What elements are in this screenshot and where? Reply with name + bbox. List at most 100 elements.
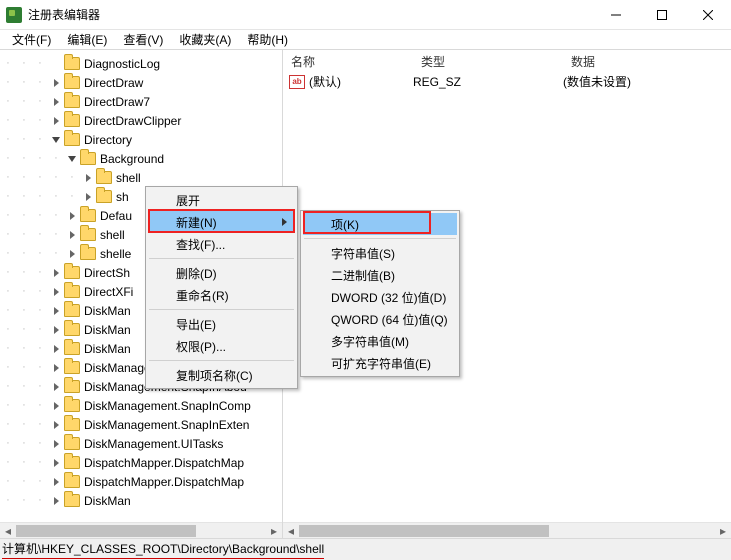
menu-item[interactable]: 导出(E) xyxy=(148,313,295,335)
tree-node[interactable]: ···DirectDraw xyxy=(0,73,282,92)
chevron-right-icon[interactable] xyxy=(48,398,64,414)
tree-label: DiskManagement.SnapInComp xyxy=(84,399,255,413)
menu-item[interactable]: 删除(D) xyxy=(148,262,295,284)
tree-node[interactable]: ···DispatchMapper.DispatchMap xyxy=(0,453,282,472)
menu-item[interactable]: 多字符串值(M) xyxy=(303,330,457,352)
menu-help[interactable]: 帮助(H) xyxy=(241,31,294,48)
chevron-right-icon[interactable] xyxy=(64,227,80,243)
scroll-left-arrow[interactable]: ◂ xyxy=(283,523,299,539)
menu-view[interactable]: 查看(V) xyxy=(117,31,169,48)
chevron-right-icon[interactable] xyxy=(48,360,64,376)
chevron-right-icon[interactable] xyxy=(80,170,96,186)
value-name: (默认) xyxy=(309,73,413,90)
chevron-right-icon[interactable] xyxy=(48,493,64,509)
menu-item[interactable]: 展开 xyxy=(148,189,295,211)
tree-label: DiagnosticLog xyxy=(84,57,164,71)
tree-node[interactable]: ···DirectDraw7 xyxy=(0,92,282,111)
tree-node[interactable]: ···DiskManagement.SnapInExten xyxy=(0,415,282,434)
col-type[interactable]: 类型 xyxy=(413,53,563,70)
tree-label: DiskManagement.UITasks xyxy=(84,437,227,451)
folder-icon xyxy=(64,380,80,393)
tree-label: DirectDraw xyxy=(84,76,147,90)
tree-label: DiskMan xyxy=(84,304,135,318)
folder-icon xyxy=(80,209,96,222)
menu-bar: 文件(F) 编辑(E) 查看(V) 收藏夹(A) 帮助(H) xyxy=(0,30,731,50)
tree-node[interactable]: ···DiagnosticLog xyxy=(0,54,282,73)
chevron-right-icon[interactable] xyxy=(48,417,64,433)
chevron-right-icon[interactable] xyxy=(48,322,64,338)
tree-label: DiskMan xyxy=(84,323,135,337)
menu-item[interactable]: 新建(N) xyxy=(148,211,295,233)
chevron-down-icon[interactable] xyxy=(64,151,80,167)
minimize-button[interactable] xyxy=(593,0,639,30)
chevron-right-icon[interactable] xyxy=(48,436,64,452)
chevron-right-icon[interactable] xyxy=(64,246,80,262)
menu-edit[interactable]: 编辑(E) xyxy=(61,31,113,48)
menu-fav[interactable]: 收藏夹(A) xyxy=(173,31,237,48)
status-bar: 计算机\HKEY_CLASSES_ROOT\Directory\Backgrou… xyxy=(0,538,731,560)
chevron-right-icon[interactable] xyxy=(48,265,64,281)
tree-label: DirectXFi xyxy=(84,285,137,299)
tree-node[interactable]: ···DiskManagement.UITasks xyxy=(0,434,282,453)
menu-file[interactable]: 文件(F) xyxy=(6,31,57,48)
scroll-thumb[interactable] xyxy=(16,525,196,537)
col-name[interactable]: 名称 xyxy=(283,53,413,70)
scroll-thumb[interactable] xyxy=(299,525,549,537)
context-menu[interactable]: 展开新建(N)查找(F)... 删除(D)重命名(R) 导出(E)权限(P)... 复… xyxy=(145,186,298,389)
chevron-right-icon[interactable] xyxy=(48,113,64,129)
scroll-left-arrow[interactable]: ◂ xyxy=(0,523,16,539)
scroll-right-arrow[interactable]: ▸ xyxy=(266,523,282,539)
tree-horizontal-scrollbar[interactable]: ◂ ▸ xyxy=(0,522,282,538)
window-title: 注册表编辑器 xyxy=(28,6,100,23)
tree-node[interactable]: ···DiskMan xyxy=(0,491,282,510)
chevron-right-icon[interactable] xyxy=(48,474,64,490)
chevron-right-icon[interactable] xyxy=(48,455,64,471)
status-path: 计算机\HKEY_CLASSES_ROOT\Directory\Backgrou… xyxy=(2,540,324,559)
menu-item[interactable]: DWORD (32 位)值(D) xyxy=(303,286,457,308)
tree-spacer xyxy=(48,56,64,72)
submenu-arrow-icon xyxy=(282,218,287,226)
chevron-right-icon[interactable] xyxy=(48,94,64,110)
close-button[interactable] xyxy=(685,0,731,30)
chevron-down-icon[interactable] xyxy=(48,132,64,148)
tree-node[interactable]: ····Background xyxy=(0,149,282,168)
tree-label: DiskMan xyxy=(84,494,135,508)
tree-node[interactable]: ·····shell xyxy=(0,168,282,187)
tree-node[interactable]: ···DiskManagement.SnapInComp xyxy=(0,396,282,415)
folder-icon xyxy=(64,418,80,431)
folder-icon xyxy=(96,190,112,203)
menu-item[interactable]: QWORD (64 位)值(Q) xyxy=(303,308,457,330)
string-value-icon: ab xyxy=(289,75,305,89)
list-row[interactable]: ab (默认) REG_SZ (数值未设置) xyxy=(283,72,731,91)
tree-node[interactable]: ···DirectDrawClipper xyxy=(0,111,282,130)
chevron-right-icon[interactable] xyxy=(48,75,64,91)
chevron-right-icon[interactable] xyxy=(80,189,96,205)
values-horizontal-scrollbar[interactable]: ◂ ▸ xyxy=(283,522,731,538)
menu-item[interactable]: 可扩充字符串值(E) xyxy=(303,352,457,374)
chevron-right-icon[interactable] xyxy=(48,341,64,357)
chevron-right-icon[interactable] xyxy=(48,284,64,300)
tree-label: sh xyxy=(116,190,133,204)
menu-item[interactable]: 查找(F)... xyxy=(148,233,295,255)
chevron-right-icon[interactable] xyxy=(64,208,80,224)
maximize-button[interactable] xyxy=(639,0,685,30)
tree-node[interactable]: ···DispatchMapper.DispatchMap xyxy=(0,472,282,491)
folder-icon xyxy=(64,114,80,127)
context-submenu-new[interactable]: 项(K) 字符串值(S)二进制值(B)DWORD (32 位)值(D)QWORD … xyxy=(300,210,460,377)
menu-item[interactable]: 复制项名称(C) xyxy=(148,364,295,386)
tree-node[interactable]: ···Directory xyxy=(0,130,282,149)
menu-item[interactable]: 项(K) xyxy=(303,213,457,235)
menu-item[interactable]: 权限(P)... xyxy=(148,335,295,357)
col-data[interactable]: 数据 xyxy=(563,53,731,70)
folder-icon xyxy=(64,456,80,469)
menu-item[interactable]: 重命名(R) xyxy=(148,284,295,306)
chevron-right-icon[interactable] xyxy=(48,379,64,395)
menu-item[interactable]: 二进制值(B) xyxy=(303,264,457,286)
folder-icon xyxy=(64,266,80,279)
chevron-right-icon[interactable] xyxy=(48,303,64,319)
tree-label: DispatchMapper.DispatchMap xyxy=(84,475,248,489)
menu-separator xyxy=(149,360,294,361)
scroll-right-arrow[interactable]: ▸ xyxy=(715,523,731,539)
menu-item[interactable]: 字符串值(S) xyxy=(303,242,457,264)
tree-label: DiskManagement.SnapInExten xyxy=(84,418,253,432)
